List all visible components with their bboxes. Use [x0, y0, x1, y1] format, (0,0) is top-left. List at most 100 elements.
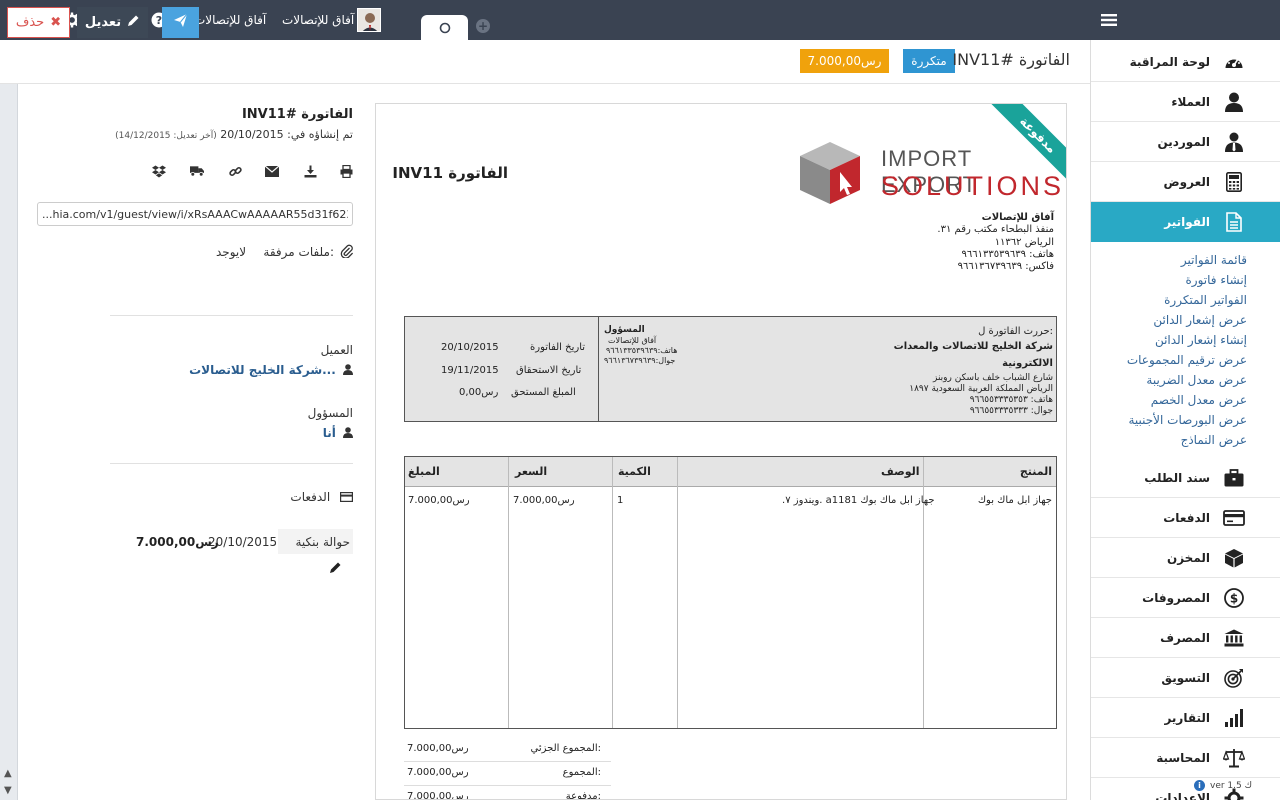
sidebar-item-expenses[interactable]: المصروفات $	[1091, 578, 1280, 618]
submenu-invoice-list[interactable]: قائمة الفواتير	[1181, 253, 1247, 267]
avatar[interactable]	[357, 8, 381, 32]
sidebar-item-marketing[interactable]: التسويق	[1091, 658, 1280, 698]
calculator-icon	[1223, 172, 1245, 192]
submenu-foreign-exchanges[interactable]: عرض البورصات الأجنبية	[1128, 413, 1247, 427]
invoice-date: 20/10/2015	[441, 342, 499, 353]
company-address-line: منفذ البطحاء مكتب رقم ٣١.	[937, 224, 1054, 236]
user-icon	[1223, 92, 1245, 112]
credit-card-icon	[340, 491, 354, 505]
sidebar: لوحة المراقبة العملاء الموردين العروض ال…	[1090, 40, 1280, 800]
pencil-icon[interactable]	[329, 561, 342, 574]
guest-link-field[interactable]	[37, 202, 353, 226]
delete-button[interactable]: حذف ✖	[7, 7, 70, 38]
sidebar-item-reports[interactable]: التقارير	[1091, 698, 1280, 738]
box-icon	[1223, 548, 1245, 568]
preview-title: الفاتورة INV11	[392, 164, 508, 182]
item-description: جهاز ابل ماك بوك a1181 .ويندوز ٧.	[782, 495, 935, 506]
sidebar-item-label: العروض	[1163, 175, 1210, 189]
created-text: تم إنشاؤه في: 20/10/2015	[220, 128, 353, 141]
amount-due: 0,00رس	[459, 387, 499, 398]
edit-button[interactable]: تعديل	[77, 7, 148, 38]
divider	[677, 457, 678, 728]
total-row: المجموع: 7.000,00رس	[404, 762, 611, 786]
sidebar-item-inventory[interactable]: المخزن	[1091, 538, 1280, 578]
created-date: تم إنشاؤه في: 20/10/2015 (آخر تعديل: 14/…	[115, 128, 353, 141]
payments-label: الدفعات	[290, 490, 354, 505]
bill-to-label: حررت الفاتورة ل:	[978, 326, 1053, 337]
invoice-meta-box: حررت الفاتورة ل: شركة الخليج للاتصالات و…	[404, 316, 1057, 422]
truck-icon[interactable]	[190, 164, 204, 178]
attachments-value: لايوجد	[216, 245, 247, 259]
sidebar-item-invoices[interactable]: الفواتير	[1091, 202, 1280, 242]
user-icon	[343, 364, 353, 378]
col-header-quantity: الكمية	[618, 465, 651, 478]
sidebar-item-label: الفواتير	[1164, 215, 1210, 229]
user-name[interactable]: آفاق للإتصالات	[282, 0, 354, 40]
divider	[110, 463, 353, 464]
total-label: المجموع:	[562, 767, 601, 778]
divider	[598, 317, 599, 421]
sidebar-item-accounting[interactable]: المحاسبة	[1091, 738, 1280, 778]
invoice-info-panel: الفاتورة #INV11 تم إنشاؤه في: 20/10/2015…	[20, 84, 360, 800]
items-table: المنتج الوصف الكمية السعر المبلغ جهاز اب…	[404, 456, 1057, 729]
tab-active[interactable]	[421, 15, 468, 40]
print-icon[interactable]	[339, 164, 353, 178]
amount-badge: 7.000,00رس	[800, 49, 889, 73]
sidebar-item-quotes[interactable]: العروض	[1091, 162, 1280, 202]
submenu-create-invoice[interactable]: إنشاء فاتورة	[1185, 273, 1247, 287]
dashboard-icon	[1223, 52, 1245, 72]
email-icon[interactable]	[265, 164, 279, 178]
submenu-view-credit-notes[interactable]: عرض إشعار الدائن	[1153, 313, 1247, 327]
total-value: 7.000,00رس	[407, 767, 469, 778]
target-icon	[1223, 668, 1245, 688]
divider	[110, 315, 353, 316]
bill-to-name-2: الالكترونية	[1002, 358, 1053, 369]
sidebar-item-dashboard[interactable]: لوحة المراقبة	[1091, 42, 1280, 82]
owner-link[interactable]: أنا	[323, 426, 353, 441]
menu-icon[interactable]	[1092, 0, 1126, 40]
company-name[interactable]: آفاق للإتصالات	[194, 0, 266, 40]
scroll-up-icon[interactable]: ▲	[4, 768, 12, 779]
submenu-discount-rates[interactable]: عرض معدل الخصم	[1151, 393, 1247, 407]
dropbox-icon[interactable]	[152, 164, 166, 178]
plus-icon[interactable]: +	[476, 19, 490, 33]
sidebar-item-clients[interactable]: العملاء	[1091, 82, 1280, 122]
company-phone: هاتف: ٩٦٦١٣٣٥٣٩٦٣٩	[961, 248, 1054, 260]
sidebar-item-bank[interactable]: المصرف	[1091, 618, 1280, 658]
scrollbar[interactable]	[0, 84, 18, 800]
scroll-down-icon[interactable]: ▼	[4, 785, 12, 796]
col-header-description: الوصف	[881, 465, 920, 478]
owner-label: المسؤول	[307, 406, 353, 420]
sidebar-item-payments[interactable]: الدفعات	[1091, 498, 1280, 538]
subtotal-label: المجموع الجزئي:	[530, 743, 601, 754]
recurring-badge: متكررة	[903, 49, 955, 73]
col-header-amount: المبلغ	[408, 465, 440, 478]
total-row: مدفوعة: 7.000,00رس	[404, 786, 611, 800]
download-icon[interactable]	[303, 164, 317, 178]
sidebar-item-label: التسويق	[1161, 671, 1210, 685]
sidebar-item-suppliers[interactable]: الموردين	[1091, 122, 1280, 162]
info-icon[interactable]: i	[1194, 780, 1205, 791]
info-title: الفاتورة #INV11	[241, 107, 353, 122]
submenu-group-numbering[interactable]: عرض ترقيم المجموعات	[1127, 353, 1247, 367]
divider	[612, 457, 613, 728]
submenu-tax-rates[interactable]: عرض معدل الضريبة	[1146, 373, 1247, 387]
sidebar-item-label: المخزن	[1166, 551, 1210, 565]
page-title: الفاتورة #INV11	[952, 50, 1070, 69]
supplier-icon	[1223, 132, 1245, 152]
company-address: آفاق للإتصالات منفذ البطحاء مكتب رقم ٣١.…	[937, 212, 1054, 273]
sidebar-item-label: المصرف	[1160, 631, 1210, 645]
submenu-recurring-invoices[interactable]: الفواتير المتكررة	[1164, 293, 1247, 307]
divider	[508, 457, 509, 728]
submenu-create-credit-note[interactable]: إنشاء إشعار الدائن	[1155, 333, 1247, 347]
paid-value: 7.000,00رس	[407, 791, 469, 800]
submenu-templates[interactable]: عرض النماذج	[1181, 433, 1247, 447]
client-link[interactable]: شركة الخليج للاتصالات...	[189, 363, 353, 378]
payment-amount: 7.000,00رس	[136, 535, 219, 549]
due-date-label: تاريخ الاستحقاق	[516, 365, 582, 376]
sidebar-item-label: المحاسبة	[1156, 751, 1210, 765]
send-button[interactable]	[162, 7, 199, 38]
link-icon[interactable]	[228, 164, 242, 178]
sidebar-item-purchase-orders[interactable]: سند الطلب	[1091, 458, 1280, 498]
bill-to-street: شارع الشباب خلف باسكن روبنز	[933, 373, 1053, 383]
